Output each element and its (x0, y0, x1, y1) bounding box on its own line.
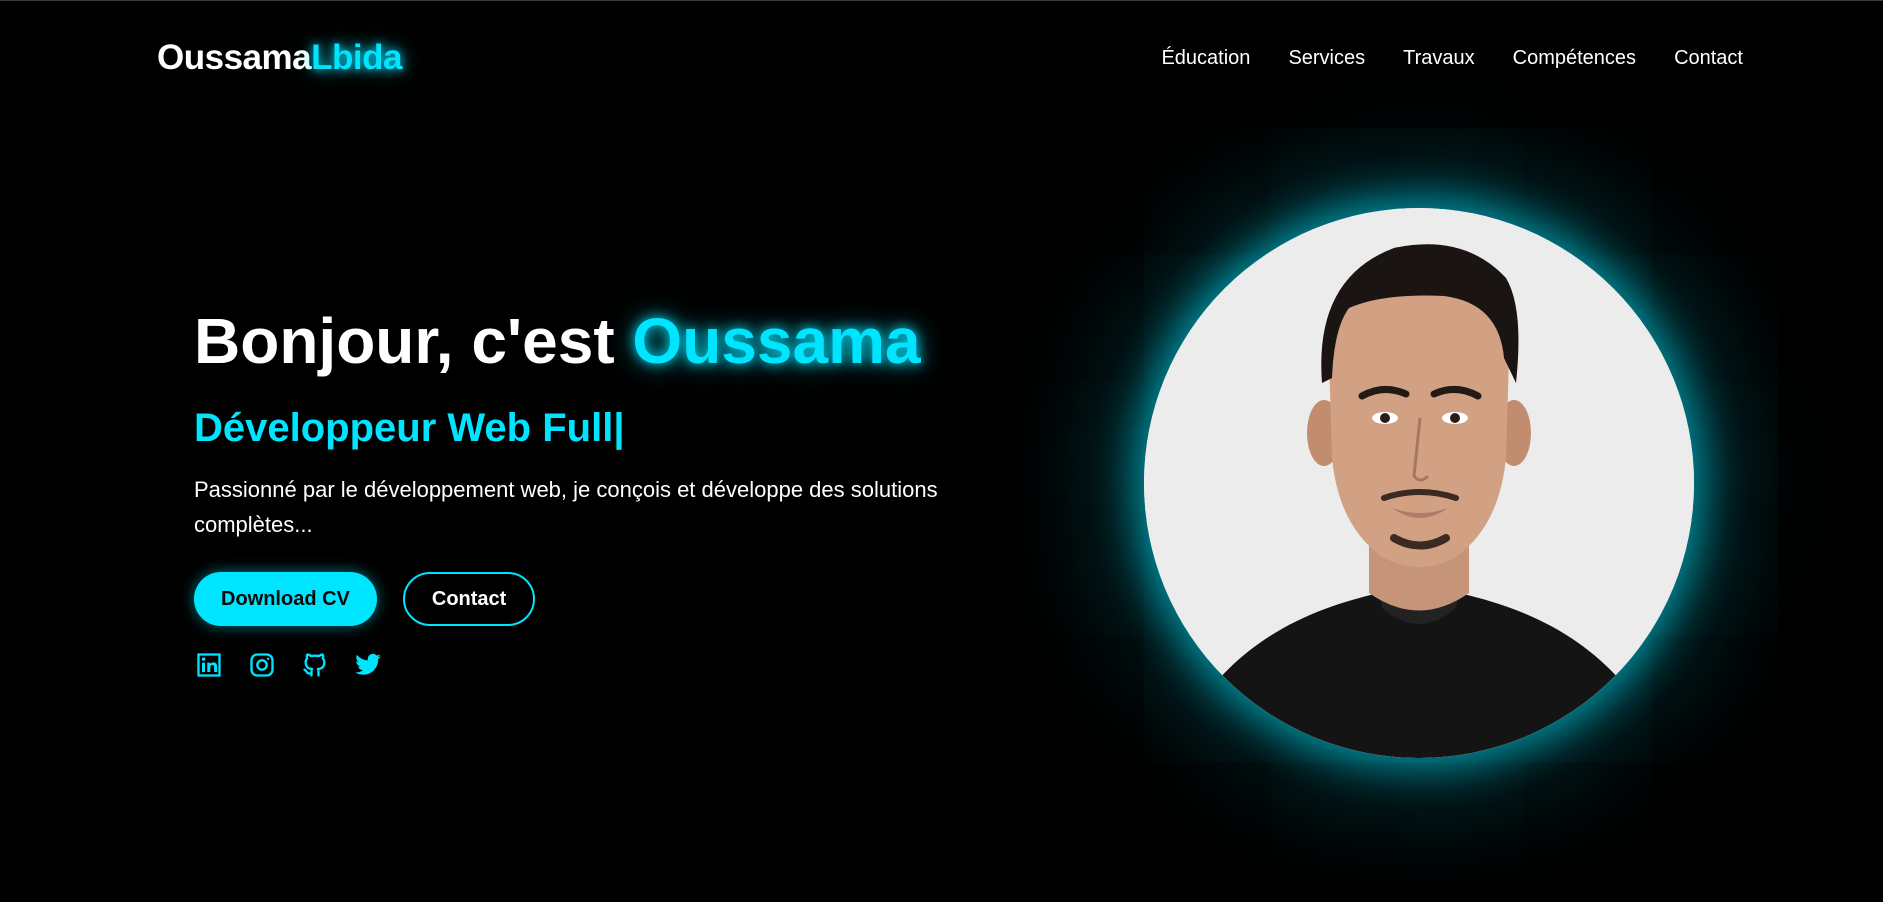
main-nav: Éducation Services Travaux Compétences C… (1161, 47, 1743, 70)
download-cv-button[interactable]: Download CV (194, 572, 377, 627)
site-header: OussamaLbida Éducation Services Travaux … (0, 1, 1883, 117)
nav-item-contact[interactable]: Contact (1674, 47, 1743, 70)
social-links (194, 650, 994, 679)
hero-buttons: Download CV Contact (194, 572, 994, 627)
nav-item-competences[interactable]: Compétences (1513, 47, 1636, 70)
logo-first-name: Oussama (157, 38, 312, 77)
github-icon[interactable] (300, 650, 329, 679)
site-logo[interactable]: OussamaLbida (157, 38, 402, 78)
hero-section: Bonjour, c'est Oussama Développeur Web F… (194, 306, 994, 679)
hero-description: Passionné par le développement web, je c… (194, 477, 938, 538)
nav-item-education[interactable]: Éducation (1161, 47, 1250, 70)
instagram-icon[interactable] (247, 650, 276, 679)
hero-name: Oussama (632, 305, 921, 377)
contact-button[interactable]: Contact (402, 572, 536, 627)
nav-item-services[interactable]: Services (1288, 47, 1365, 70)
twitter-icon[interactable] (353, 650, 382, 679)
portfolio-page: OussamaLbida Éducation Services Travaux … (0, 0, 1883, 902)
nav-item-travaux[interactable]: Travaux (1403, 47, 1475, 70)
profile-photo (1144, 208, 1694, 758)
hero-greeting: Bonjour, c'est (194, 305, 633, 377)
hero-title: Bonjour, c'est Oussama (194, 306, 994, 376)
logo-last-name: Lbida (311, 38, 402, 77)
profile-photo-illustration (1144, 208, 1694, 758)
hero-subtitle: Développeur Web Full| (194, 406, 625, 451)
linkedin-icon[interactable] (194, 650, 223, 679)
